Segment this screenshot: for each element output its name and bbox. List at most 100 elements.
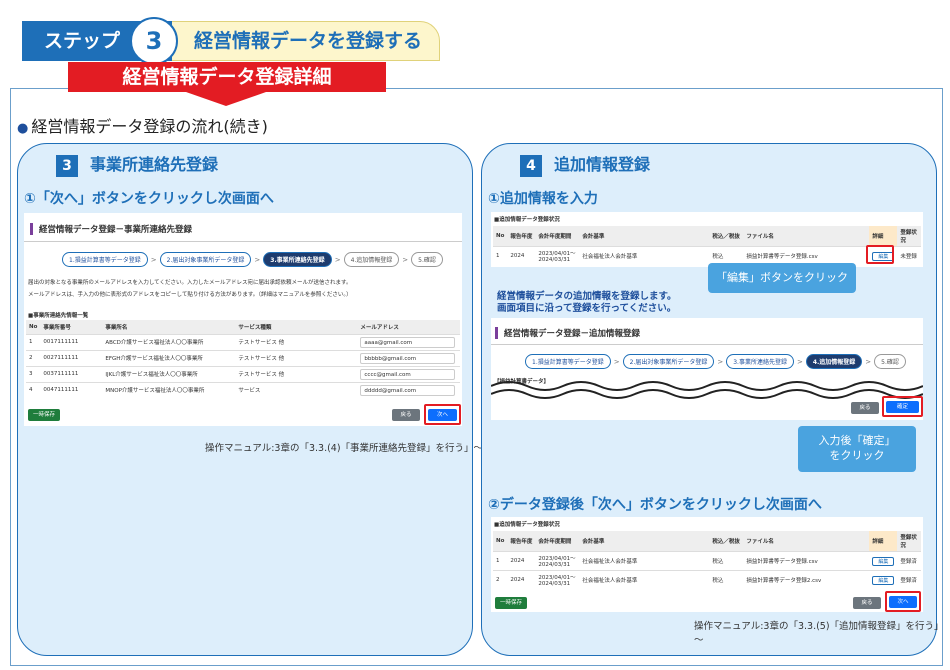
add-info-desc-2: 画面項目に沿って登録を行ってください。 — [497, 303, 677, 314]
edit-button[interactable]: 編集 — [872, 575, 895, 585]
status-title: ■追加情報データ登録状況 — [494, 217, 560, 223]
panel3-subtitle: ①「次へ」ボタンをクリックし次画面へ — [24, 191, 274, 207]
confirm-button[interactable]: 確定 — [886, 401, 919, 413]
step-2[interactable]: 2.届出対象事業所データ登録 — [622, 354, 715, 369]
cell-tax: 税込 — [709, 551, 744, 571]
col-tax: 税込／税抜 — [709, 531, 744, 552]
col-standard: 会計基準 — [579, 531, 710, 552]
back-button[interactable]: 戻る — [851, 402, 879, 414]
flow-title: 経営情報データ登録の流れ(続き) — [31, 117, 268, 136]
confirm-callout-line-2: をクリック — [829, 449, 885, 462]
col-office-no: 事業所番号 — [40, 320, 103, 334]
table-row: 1 2024 2023/04/01～2024/03/31 社会福祉法人会計基準 … — [493, 246, 921, 265]
temp-save-button[interactable]: 一時保存 — [495, 597, 527, 609]
panel4-subtitle-2: ②データ登録後「次へ」ボタンをクリックし次画面へ — [488, 497, 822, 513]
email-input[interactable]: bbbbb@gmail.com — [360, 352, 456, 364]
step-4[interactable]: 4.追加情報登録 — [805, 354, 863, 369]
step-3[interactable]: 3.事業所連絡先登録 — [263, 252, 332, 267]
wavy-break-icon — [491, 381, 923, 399]
col-year: 報告年度 — [507, 531, 536, 552]
cell-status: 登録済 — [897, 570, 921, 589]
table-row: 1 0017111111 ABCD介護サービス福祉法人〇〇事業所 テストサービス 他a… — [26, 333, 460, 350]
step-4[interactable]: 4.追加情報登録 — [343, 252, 400, 267]
divider — [24, 241, 462, 242]
contact-table: No 事業所番号 事業所名 サービス種類 メールアドレス 1 0017111111… — [26, 320, 460, 398]
panel4-title: 4 追加情報登録 — [520, 151, 650, 177]
col-file: ファイル名 — [743, 531, 870, 552]
status-table-2-wrap: No 報告年度 会計年度期間 会計基準 税込／税抜 ファイル名 詳細 登録状況 … — [493, 531, 921, 589]
col-tax: 税込／税抜 — [709, 226, 744, 247]
table-header: No 報告年度 会計年度期間 会計基準 税込／税抜 ファイル名 詳細 登録状況 — [493, 531, 921, 552]
col-period: 会計年度期間 — [535, 531, 580, 552]
banner-arrow — [186, 92, 266, 106]
cell-service: テストサービス 他 — [235, 365, 358, 382]
add-info-stepper: 1.損益計算書等データ登録 > 2.届出対象事業所データ登録 > 3.事業所連絡先登… — [525, 354, 906, 369]
flow-heading: ● 経営情報データ登録の流れ(続き) — [17, 113, 268, 137]
cell-standard: 社会福祉法人会計基準 — [579, 551, 710, 571]
step-3[interactable]: 3.事業所連絡先登録 — [726, 354, 794, 369]
cell-email: bbbbb@gmail.com — [357, 349, 460, 366]
panel3-title: 3 事業所連絡先登録 — [56, 151, 218, 177]
chevron-right-icon: > — [402, 255, 409, 264]
next-button[interactable]: 次へ — [889, 596, 917, 608]
cell-standard: 社会福祉法人会計基準 — [579, 570, 710, 589]
panel3-manual-note: 操作マニュアル:3章の「3.3.(4)「事業所連絡先登録」を行う」～ — [205, 443, 484, 454]
email-input[interactable]: aaaa@gmail.com — [360, 336, 456, 348]
col-year: 報告年度 — [507, 226, 536, 247]
cell-office-no: 0017111111 — [40, 333, 103, 350]
chevron-right-icon: > — [796, 357, 803, 366]
cell-office-name: EFGH介護サービス福祉法人〇〇事業所 — [102, 349, 236, 366]
step-header: ステップ 3 経営情報データを登録する — [22, 17, 442, 65]
cell-service: テストサービス 他 — [235, 333, 358, 350]
temp-save-button[interactable]: 一時保存 — [28, 409, 60, 421]
edit-button[interactable]: 編集 — [872, 556, 895, 566]
table-row: 4 0047111111 MNOP介護サービス福祉法人〇〇事業所 サービス ddddd@… — [26, 381, 460, 398]
cell-office-name: MNOP介護サービス福祉法人〇〇事業所 — [102, 381, 236, 398]
cell-office-name: ABCD介護サービス福祉法人〇〇事業所 — [102, 333, 236, 350]
contact-desc-1: 届出の対象となる事業所のメールアドレスを入力してください。入力したメールアドレス… — [28, 280, 352, 286]
chevron-right-icon: > — [254, 255, 261, 264]
col-office-name: 事業所名 — [102, 320, 236, 334]
col-email: メールアドレス — [357, 320, 460, 334]
status-screen-2: ■追加情報データ登録状況 No 報告年度 会計年度期間 会計基準 税込／税抜 フ… — [491, 517, 923, 612]
col-no: No — [493, 531, 508, 552]
col-file: ファイル名 — [743, 226, 870, 247]
cell-standard: 社会福祉法人会計基準 — [579, 246, 710, 265]
cell-email: cccc@gmail.com — [357, 365, 460, 382]
step-5[interactable]: 5.確認 — [411, 252, 443, 267]
cell-no: 2 — [26, 349, 41, 366]
cell-no: 2 — [493, 570, 508, 589]
step-1[interactable]: 1.損益計算書等データ登録 — [525, 354, 611, 369]
cell-no: 1 — [493, 551, 508, 571]
table-row: 2 2024 2023/04/01～2024/03/31 社会福祉法人会計基準 … — [493, 570, 921, 589]
cell-year: 2024 — [507, 570, 536, 589]
panel3-title-text: 事業所連絡先登録 — [90, 155, 219, 174]
cell-period: 2023/04/01～2024/03/31 — [535, 246, 580, 265]
col-service: サービス種類 — [235, 320, 358, 334]
add-info-desc-1: 経営情報データの追加情報を登録します。 — [497, 291, 677, 302]
step-1[interactable]: 1.損益計算書等データ登録 — [62, 252, 148, 267]
table-header: No 事業所番号 事業所名 サービス種類 メールアドレス — [26, 320, 460, 334]
cell-office-no: 0037111111 — [40, 365, 103, 382]
back-button[interactable]: 戻る — [392, 409, 420, 421]
status-screen-1: ■追加情報データ登録状況 No 報告年度 会計年度期間 会計基準 税込／税抜 フ… — [491, 212, 923, 267]
step-5[interactable]: 5.確認 — [874, 354, 906, 369]
next-button[interactable]: 次へ — [428, 409, 457, 421]
cell-status: 登録済 — [897, 551, 921, 571]
panel3-number: 3 — [56, 155, 78, 177]
step-number: 3 — [130, 17, 178, 65]
cell-period: 2023/04/01～2024/03/31 — [535, 551, 580, 571]
table-row: 3 0037111111 IJKL介護サービス福祉法人〇〇事業所 テストサービス 他c… — [26, 365, 460, 382]
status-table-1-wrap: No 報告年度 会計年度期間 会計基準 税込／税抜 ファイル名 詳細 登録状況 … — [493, 226, 921, 265]
step-2[interactable]: 2.届出対象事業所データ登録 — [159, 252, 252, 267]
col-standard: 会計基準 — [579, 226, 710, 247]
panel4-manual-note: 操作マニュアル:3章の「3.3.(5)「追加情報登録」を行う」～ — [694, 621, 944, 646]
email-input[interactable]: cccc@gmail.com — [360, 368, 456, 380]
email-input[interactable]: ddddd@gmail.com — [360, 384, 456, 396]
back-button[interactable]: 戻る — [853, 597, 881, 609]
cell-email: ddddd@gmail.com — [357, 381, 460, 398]
chevron-right-icon: > — [613, 357, 620, 366]
col-no: No — [26, 320, 41, 334]
cell-file: 損益計算書等データ登録.csv — [743, 551, 870, 571]
confirm-callout: 入力後「確定」 をクリック — [798, 426, 916, 472]
